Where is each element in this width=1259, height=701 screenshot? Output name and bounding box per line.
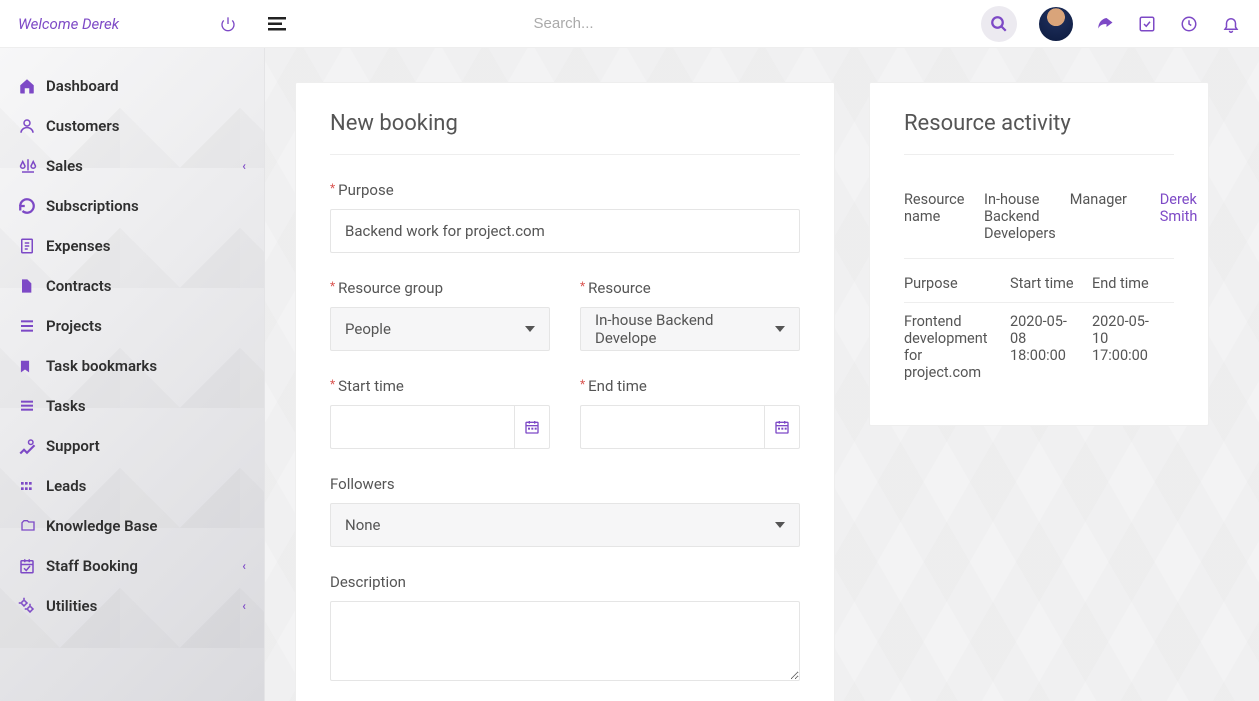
avatar[interactable] — [1039, 7, 1073, 41]
menu-toggle-icon[interactable] — [268, 17, 286, 31]
description-textarea[interactable] — [330, 601, 800, 681]
nav-label: Staff Booking — [46, 557, 138, 575]
nav-icon — [18, 318, 46, 334]
search-button[interactable] — [981, 6, 1017, 42]
purpose-header: Purpose — [904, 275, 1010, 292]
nav-icon — [18, 157, 46, 175]
activity-title: Resource activity — [904, 111, 1174, 155]
clock-icon[interactable] — [1179, 14, 1199, 34]
nav-label: Subscriptions — [46, 197, 139, 215]
sidebar-item-projects[interactable]: Projects — [0, 306, 264, 346]
end-time-input[interactable] — [580, 405, 764, 449]
power-icon[interactable] — [218, 14, 238, 34]
sidebar-item-knowledge-base[interactable]: Knowledge Base — [0, 506, 264, 546]
nav-icon — [18, 478, 46, 494]
nav-icon — [18, 398, 46, 414]
manager-link[interactable]: Derek Smith — [1160, 191, 1230, 242]
nav-icon — [18, 77, 46, 95]
new-booking-card: New booking Purpose Resource group Peopl… — [295, 82, 835, 701]
resource-name-value: In-house Backend Developers — [984, 191, 1070, 242]
sidebar-item-customers[interactable]: Customers — [0, 106, 264, 146]
start-time-input[interactable] — [330, 405, 514, 449]
nav-icon — [18, 197, 46, 215]
followers-label: Followers — [330, 475, 800, 493]
manager-label: Manager — [1070, 191, 1160, 242]
nav-label: Knowledge Base — [46, 517, 157, 535]
resource-select[interactable]: In-house Backend Develope — [580, 307, 800, 351]
sidebar-item-subscriptions[interactable]: Subscriptions — [0, 186, 264, 226]
description-label: Description — [330, 573, 800, 591]
nav-label: Expenses — [46, 237, 110, 255]
purpose-label: Purpose — [330, 181, 800, 199]
top-actions — [981, 6, 1241, 42]
start-time-calendar-button[interactable] — [514, 405, 550, 449]
chevron-left-icon: ‹ — [242, 559, 246, 573]
resource-group-select[interactable]: People — [330, 307, 550, 351]
end-time-calendar-button[interactable] — [764, 405, 800, 449]
sidebar-item-support[interactable]: Support — [0, 426, 264, 466]
resource-name-label: Resource name — [904, 191, 984, 242]
nav-icon — [18, 237, 46, 255]
nav-icon — [18, 437, 46, 455]
caret-down-icon — [775, 326, 785, 332]
end-time-label: End time — [580, 377, 800, 395]
bell-icon[interactable] — [1221, 14, 1241, 34]
booking-title: New booking — [330, 111, 800, 155]
resource-group-label: Resource group — [330, 279, 550, 297]
start-time-label: Start time — [330, 377, 550, 395]
sidebar-item-expenses[interactable]: Expenses — [0, 226, 264, 266]
nav-label: Leads — [46, 477, 86, 495]
nav-label: Projects — [46, 317, 102, 335]
chevron-left-icon: ‹ — [242, 159, 246, 173]
row-purpose: Frontend development for project.com — [904, 313, 1010, 381]
search-wrap — [286, 15, 981, 32]
end-header: End time — [1092, 275, 1174, 292]
nav-label: Customers — [46, 117, 119, 135]
caret-down-icon — [775, 522, 785, 528]
purpose-input[interactable] — [330, 209, 800, 253]
main-content: New booking Purpose Resource group Peopl… — [265, 48, 1259, 701]
resource-value: In-house Backend Develope — [595, 311, 775, 347]
nav-icon — [18, 597, 46, 615]
chevron-left-icon: ‹ — [242, 599, 246, 613]
nav-label: Contracts — [46, 277, 112, 295]
sidebar-item-dashboard[interactable]: Dashboard — [0, 66, 264, 106]
topbar: Welcome Derek — [0, 0, 1259, 48]
nav-icon — [18, 518, 46, 534]
followers-select[interactable]: None — [330, 503, 800, 547]
sidebar-item-leads[interactable]: Leads — [0, 466, 264, 506]
nav-icon — [18, 357, 46, 375]
followers-value: None — [345, 516, 381, 534]
start-header: Start time — [1010, 275, 1092, 292]
nav-label: Task bookmarks — [46, 357, 157, 375]
resource-activity-card: Resource activity Resource name In-house… — [869, 82, 1209, 426]
resource-group-value: People — [345, 320, 391, 338]
search-input[interactable] — [534, 15, 734, 32]
sidebar-item-sales[interactable]: Sales ‹ — [0, 146, 264, 186]
nav-label: Dashboard — [46, 77, 119, 95]
resource-label: Resource — [580, 279, 800, 297]
sidebar-item-task-bookmarks[interactable]: Task bookmarks — [0, 346, 264, 386]
share-icon[interactable] — [1095, 14, 1115, 34]
sidebar-item-tasks[interactable]: Tasks — [0, 386, 264, 426]
welcome-text: Welcome Derek — [18, 15, 198, 33]
nav-label: Support — [46, 437, 100, 455]
nav-label: Utilities — [46, 597, 97, 615]
nav-list: Dashboard Customers Sales ‹ Subscriptions Exp… — [0, 48, 264, 644]
row-end: 2020-05-10 17:00:00 — [1092, 313, 1174, 381]
nav-label: Sales — [46, 157, 83, 175]
activity-row: Frontend development for project.com2020… — [904, 303, 1174, 391]
sidebar-item-utilities[interactable]: Utilities ‹ — [0, 586, 264, 626]
row-start: 2020-05-08 18:00:00 — [1010, 313, 1092, 381]
sidebar-item-staff-booking[interactable]: Staff Booking ‹ — [0, 546, 264, 586]
nav-icon — [18, 117, 46, 135]
nav-icon — [18, 557, 46, 575]
sidebar-item-contracts[interactable]: Contracts — [0, 266, 264, 306]
check-square-icon[interactable] — [1137, 14, 1157, 34]
nav-label: Tasks — [46, 397, 86, 415]
caret-down-icon — [525, 326, 535, 332]
nav-icon — [18, 277, 46, 295]
sidebar: Dashboard Customers Sales ‹ Subscriptions Exp… — [0, 48, 265, 701]
